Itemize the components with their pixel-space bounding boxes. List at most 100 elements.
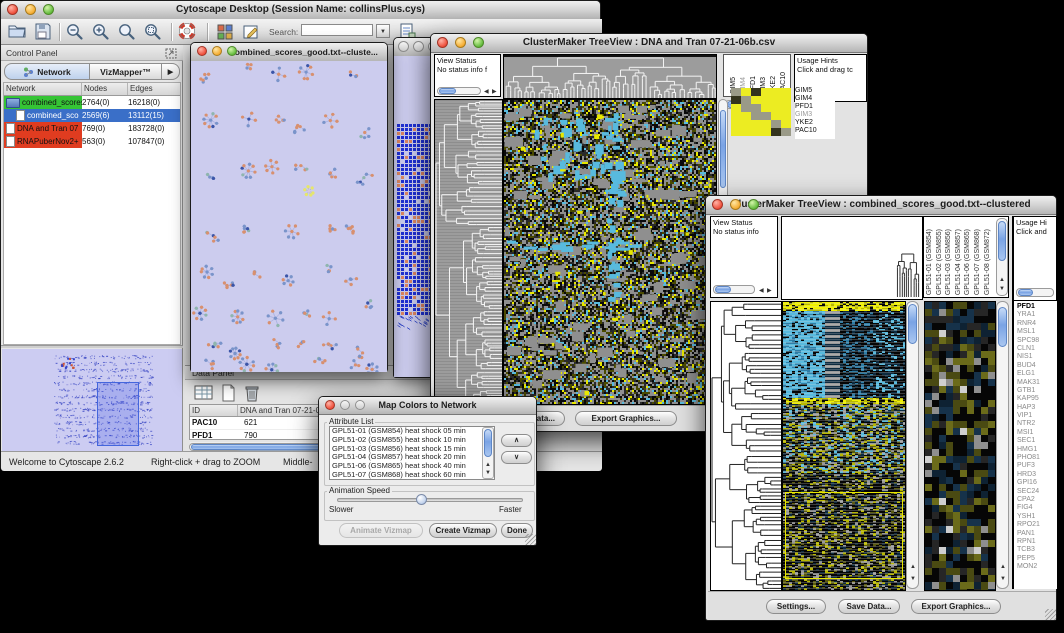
tv1-row-dendrogram[interactable] (434, 99, 503, 405)
attribute-list-item[interactable]: GPL51-07 (GSM868) heat shock 60 min (330, 471, 494, 480)
resize-grip[interactable] (1045, 609, 1056, 620)
birdseye-view[interactable] (2, 349, 182, 451)
tv1-row-label[interactable]: GIM3 (795, 111, 835, 119)
tab-vizmapper[interactable]: VizMapper™ (90, 63, 162, 80)
close-icon[interactable] (7, 4, 18, 15)
tv2-row-dendrogram[interactable] (710, 301, 782, 591)
tv1-row-label[interactable]: GIM4 (795, 95, 835, 103)
scroll-thumb[interactable] (720, 110, 726, 188)
tv2-row-label[interactable]: YSH1 (1017, 513, 1057, 521)
close-icon[interactable] (398, 41, 409, 52)
close-icon[interactable] (325, 400, 335, 410)
scroll-thumb[interactable] (1018, 289, 1033, 296)
minimize-icon[interactable] (25, 4, 36, 15)
network-tree-row[interactable]: DNA and Tran 07769(0)183728(0) (4, 122, 180, 135)
tv2-row-label[interactable]: VIP1 (1017, 412, 1057, 420)
tv1-zoom-matrix[interactable] (731, 88, 791, 136)
tv2-column-label[interactable]: GPL51-08 (GSM872) (984, 229, 991, 295)
tv2-main-vscrollbar[interactable]: ▲ ▼ (906, 301, 919, 589)
annotation-icon[interactable] (241, 22, 263, 42)
tv1-button-export-graphics---[interactable]: Export Graphics... (575, 411, 677, 426)
scroll-down-icon[interactable]: ▼ (1000, 576, 1006, 582)
scroll-up-icon[interactable]: ▲ (910, 564, 916, 570)
network-tree-row[interactable]: RNAPuberNov2+563(0)107847(0) (4, 135, 180, 148)
scroll-thumb[interactable] (998, 221, 1006, 261)
tv1-row-label[interactable]: GIM5 (795, 87, 835, 95)
tv2-row-label[interactable]: MAK31 (1017, 379, 1057, 387)
zoom-fit-icon[interactable] (143, 22, 165, 42)
scroll-left-icon[interactable]: ◀ (759, 288, 764, 294)
zoom-window-icon[interactable] (355, 400, 365, 410)
speed-slider-thumb[interactable] (416, 494, 427, 505)
col-nodes[interactable]: Nodes (82, 83, 128, 95)
tv2-button-settings---[interactable]: Settings... (766, 599, 826, 614)
tv2-row-label[interactable]: RPO21 (1017, 521, 1057, 529)
birdseye-splitter[interactable] (1, 345, 183, 348)
resize-grip[interactable] (525, 534, 536, 545)
tv2-collabel-vscrollbar[interactable]: ▲ ▼ (996, 218, 1008, 296)
tv2-main-heatmap[interactable] (782, 301, 906, 591)
tv2-row-label[interactable]: MON2 (1017, 563, 1057, 571)
scroll-thumb[interactable] (439, 88, 456, 94)
tv1-row-label[interactable]: PAC10 (795, 127, 835, 135)
main-titlebar[interactable]: Cytoscape Desktop (Session Name: collins… (1, 1, 600, 20)
tv2-row-label[interactable]: RPN1 (1017, 538, 1057, 546)
tv2-row-label[interactable]: NIS1 (1017, 353, 1057, 361)
tv2-row-label[interactable]: GPI16 (1017, 479, 1057, 487)
dialog-titlebar[interactable]: Map Colors to Network (319, 397, 536, 415)
move-attribute-down-button[interactable]: ∨ (501, 451, 532, 464)
tv2-column-label[interactable]: GPL51-07 (GSM868) (974, 229, 981, 295)
zoom-in-icon[interactable] (91, 22, 113, 42)
scroll-thumb[interactable] (908, 304, 917, 344)
tv2-row-label[interactable]: PHO81 (1017, 454, 1057, 462)
treeview1-titlebar[interactable]: ClusterMaker TreeView : DNA and Tran 07-… (431, 34, 867, 53)
network-tree-row[interactable]: combined_scores2764(0)16218(0) (4, 96, 180, 109)
tv2-row-label[interactable]: MSL1 (1017, 328, 1057, 336)
tv2-row-label[interactable]: PAN1 (1017, 530, 1057, 538)
tv2-button-save-data---[interactable]: Save Data... (838, 599, 900, 614)
tv2-status-scrollbar[interactable] (713, 285, 755, 294)
network-tree-row[interactable]: combined_sco2569(6)13112(15) (4, 109, 180, 122)
tv2-row-label[interactable]: SPC98 (1017, 337, 1057, 345)
tv2-row-label[interactable]: PFD1 (1017, 303, 1057, 311)
zoom-window-icon[interactable] (43, 4, 54, 15)
tv2-row-label[interactable]: BUD4 (1017, 362, 1057, 370)
scroll-left-icon[interactable]: ◀ (484, 89, 489, 95)
tv2-row-label[interactable]: YRA1 (1017, 311, 1057, 319)
tv2-row-label[interactable]: GTB1 (1017, 387, 1057, 395)
tv2-row-label[interactable]: ELG1 (1017, 370, 1057, 378)
tv2-column-label[interactable]: GPL51-02 (GSM855) (936, 229, 943, 295)
zoom-window-icon[interactable] (227, 46, 237, 56)
attribute-listbox[interactable]: GPL51-01 (GSM854) heat shock 05 minGPL51… (329, 426, 495, 480)
scroll-thumb[interactable] (484, 429, 492, 457)
scroll-down-icon[interactable]: ▼ (999, 286, 1005, 292)
zoom-selected-icon[interactable] (117, 22, 139, 42)
tv2-row-label[interactable]: KAP95 (1017, 395, 1057, 403)
close-icon[interactable] (712, 199, 723, 210)
col-edges[interactable]: Edges (128, 83, 180, 95)
tv2-zoom-heatmap[interactable] (924, 301, 996, 591)
zoom-window-icon[interactable] (473, 37, 484, 48)
tv2-row-label[interactable]: FIG4 (1017, 504, 1057, 512)
search-dropdown-button[interactable]: ▼ (376, 24, 390, 38)
minimize-icon[interactable] (340, 400, 350, 410)
tv2-row-label[interactable]: HAP3 (1017, 404, 1057, 412)
tv2-column-label[interactable]: GPL51-06 (GSM865) (964, 229, 971, 295)
tv2-row-label[interactable]: MSI1 (1017, 429, 1057, 437)
col-id[interactable]: ID (190, 405, 238, 416)
scroll-up-icon[interactable]: ▲ (1000, 564, 1006, 570)
col-network[interactable]: Network (4, 83, 82, 95)
tv2-zoom-vscrollbar[interactable]: ▲ ▼ (996, 301, 1009, 589)
close-icon[interactable] (197, 46, 207, 56)
scroll-down-icon[interactable]: ▼ (485, 470, 491, 476)
tv2-row-label[interactable]: PEP5 (1017, 555, 1057, 563)
help-lifesaver-icon[interactable] (177, 22, 199, 42)
attribute-list-vscrollbar[interactable]: ▲ ▼ (482, 427, 494, 479)
tv2-row-label[interactable]: SEC1 (1017, 437, 1057, 445)
network-canvas[interactable] (191, 61, 387, 372)
tv2-row-label[interactable]: SEC24 (1017, 488, 1057, 496)
tv2-row-label[interactable]: HMG1 (1017, 446, 1057, 454)
tv2-row-label[interactable]: TCB3 (1017, 546, 1057, 554)
zoom-window-icon[interactable] (748, 199, 759, 210)
vizmapper-palette-icon[interactable] (215, 22, 237, 42)
